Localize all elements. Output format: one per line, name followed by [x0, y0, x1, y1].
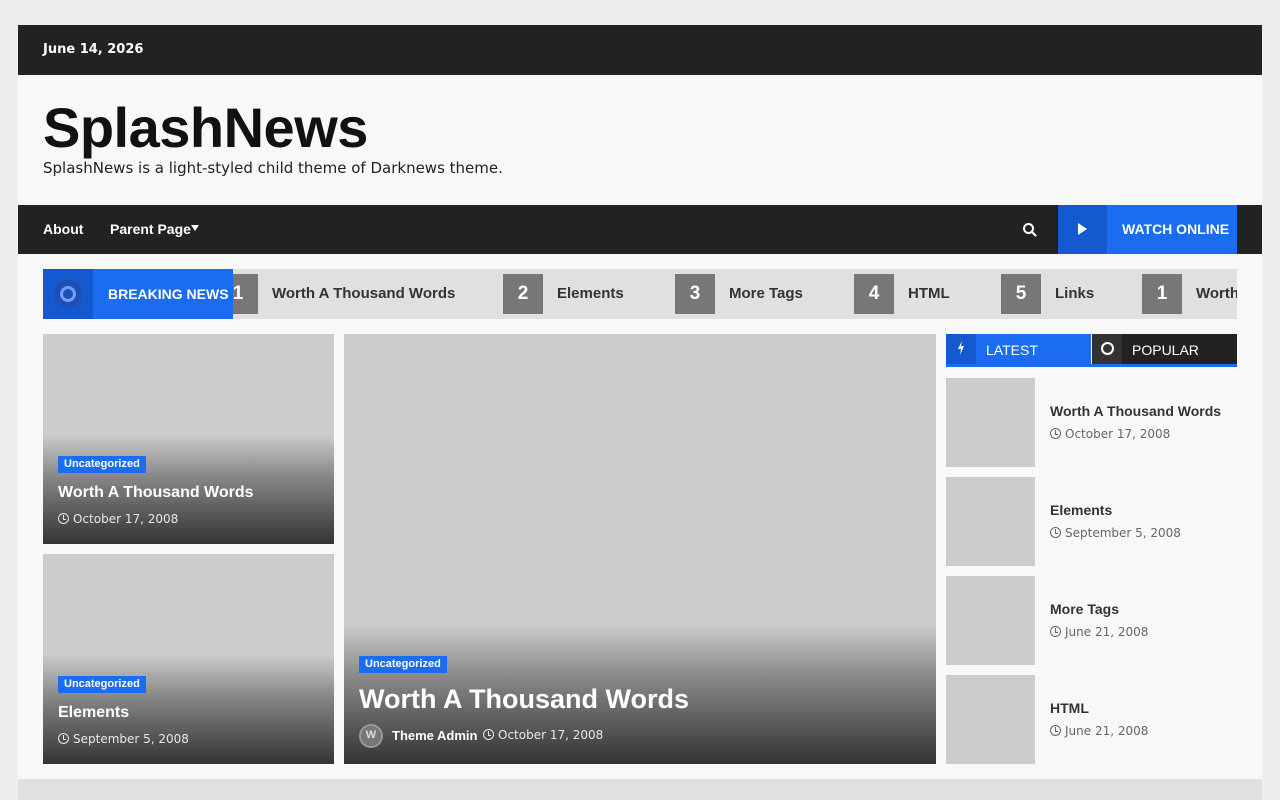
- main-navigation: About Parent Page WATCH ONLINE: [18, 205, 1262, 254]
- ticker-title: Elements: [557, 285, 624, 302]
- post-card[interactable]: Uncategorized Worth A Thousand Words Oct…: [43, 334, 334, 544]
- list-item-title[interactable]: Elements: [1050, 502, 1112, 518]
- ticker-title: More Tags: [729, 285, 803, 302]
- ticker-number: 2: [503, 274, 543, 314]
- ticker-title: Links: [1055, 285, 1095, 302]
- list-item-date-text: September 5, 2008: [1065, 526, 1181, 540]
- list-item-date: September 5, 2008: [1050, 526, 1181, 540]
- post-thumbnail[interactable]: [946, 576, 1035, 665]
- clock-icon: [483, 729, 494, 740]
- list-item-date-text: June 21, 2008: [1065, 625, 1149, 639]
- clock-icon: [1050, 428, 1061, 439]
- tab-latest[interactable]: LATEST: [946, 334, 1091, 364]
- clock-icon: [58, 513, 69, 524]
- list-item[interactable]: Elements September 5, 2008: [946, 477, 1237, 566]
- play-icon-box: [1058, 205, 1107, 254]
- avatar[interactable]: [359, 724, 383, 748]
- top-bar: June 14, 2026: [18, 25, 1262, 75]
- post-title[interactable]: Elements: [58, 704, 129, 722]
- list-item[interactable]: Worth A Thousand Words October 17, 2008: [946, 378, 1237, 467]
- ticker-title: Worth A Thousand Words: [1196, 285, 1237, 302]
- post-date: October 17, 2008: [483, 728, 603, 742]
- ticker-title: HTML: [908, 285, 950, 302]
- nav-item-parent-page[interactable]: Parent Page: [110, 221, 199, 237]
- clock-icon: [1050, 725, 1061, 736]
- breaking-news-ticker: BREAKING NEWS 1 Worth A Thousand Words 2…: [43, 269, 1237, 319]
- watch-online-button[interactable]: WATCH ONLINE: [1058, 205, 1237, 254]
- post-date: September 5, 2008: [58, 732, 189, 746]
- post-date: October 17, 2008: [58, 512, 178, 526]
- breaking-news-text: BREAKING NEWS: [108, 286, 229, 302]
- tab-popular[interactable]: POPULAR: [1092, 334, 1237, 364]
- post-date-text: October 17, 2008: [498, 728, 604, 742]
- breaking-news-label: BREAKING NEWS: [43, 269, 233, 319]
- bolt-icon: [958, 341, 964, 355]
- post-title[interactable]: Worth A Thousand Words: [58, 484, 254, 502]
- ticker-number: 4: [854, 274, 894, 314]
- list-item-date-text: June 21, 2008: [1065, 724, 1149, 738]
- category-badge[interactable]: Uncategorized: [359, 656, 447, 673]
- site-description: SplashNews is a light-styled child theme…: [43, 159, 503, 177]
- post-card[interactable]: Uncategorized Elements September 5, 2008: [43, 554, 334, 764]
- pulse-icon: [60, 286, 76, 302]
- featured-post-title[interactable]: Worth A Thousand Words: [359, 684, 689, 715]
- list-item[interactable]: More Tags June 21, 2008: [946, 576, 1237, 665]
- list-item-date: June 21, 2008: [1050, 724, 1148, 738]
- clock-icon: [1050, 527, 1061, 538]
- ticker-number: 1: [1142, 274, 1182, 314]
- nav-item-label: Parent Page: [110, 221, 191, 237]
- post-thumbnail[interactable]: [946, 675, 1035, 764]
- clock-icon: [58, 733, 69, 744]
- list-item-title[interactable]: HTML: [1050, 700, 1089, 716]
- post-date-text: October 17, 2008: [73, 512, 179, 526]
- sidebar-tabs: LATEST POPULAR: [946, 334, 1237, 367]
- current-date: June 14, 2026: [43, 42, 144, 57]
- watch-online-label: WATCH ONLINE: [1122, 221, 1230, 237]
- category-badge[interactable]: Uncategorized: [58, 456, 146, 473]
- ticker-title: Worth A Thousand Words: [272, 285, 456, 302]
- list-item-title[interactable]: More Tags: [1050, 601, 1119, 617]
- list-item-date: June 21, 2008: [1050, 625, 1148, 639]
- nav-item-about[interactable]: About: [43, 221, 83, 237]
- clock-icon-box: [1092, 334, 1122, 364]
- tab-latest-label: LATEST: [986, 342, 1038, 358]
- section-divider: [18, 779, 1262, 800]
- post-date-text: September 5, 2008: [73, 732, 189, 746]
- list-item-date-text: October 17, 2008: [1065, 427, 1171, 441]
- ticker-number: 3: [675, 274, 715, 314]
- site-title[interactable]: SplashNews: [43, 98, 368, 158]
- breaking-icon-box: [43, 269, 93, 319]
- list-item-date: October 17, 2008: [1050, 427, 1170, 441]
- play-icon: [1078, 223, 1087, 235]
- page: June 14, 2026 SplashNews SplashNews is a…: [18, 25, 1262, 800]
- post-thumbnail[interactable]: [946, 477, 1035, 566]
- clock-icon: [1050, 626, 1061, 637]
- list-item[interactable]: HTML June 21, 2008: [946, 675, 1237, 764]
- featured-post-card[interactable]: Uncategorized Worth A Thousand Words The…: [344, 334, 936, 764]
- tab-popular-label: POPULAR: [1132, 342, 1199, 358]
- list-item-title[interactable]: Worth A Thousand Words: [1050, 403, 1221, 419]
- search-icon[interactable]: [1020, 220, 1040, 240]
- ticker-number: 5: [1001, 274, 1041, 314]
- category-badge[interactable]: Uncategorized: [58, 676, 146, 693]
- bolt-icon-box: [946, 334, 976, 364]
- post-thumbnail[interactable]: [946, 378, 1035, 467]
- clock-icon: [1101, 342, 1114, 355]
- chevron-down-icon: [190, 225, 199, 231]
- post-author[interactable]: Theme Admin: [392, 728, 477, 743]
